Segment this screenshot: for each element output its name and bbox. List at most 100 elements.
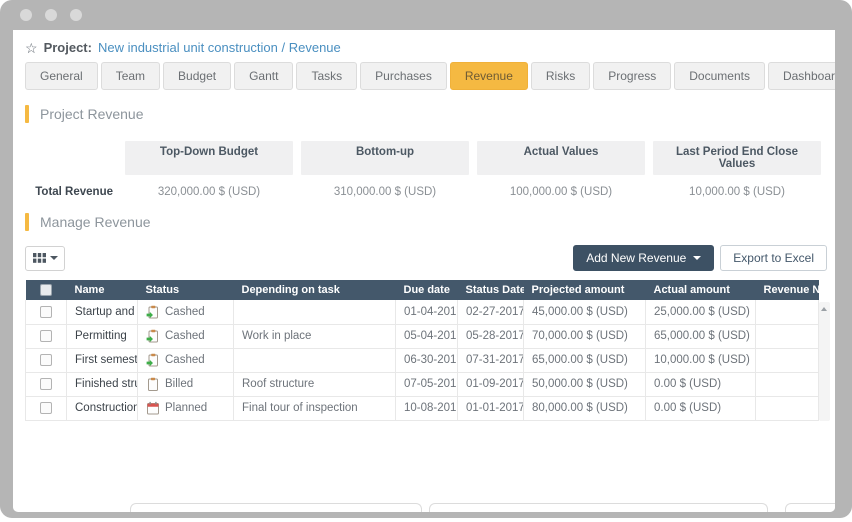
cell-revenue-no xyxy=(756,348,819,372)
window-titlebar xyxy=(0,0,852,30)
cell-revenue-no xyxy=(756,324,819,348)
col-header-status[interactable]: Status xyxy=(138,280,234,300)
column-chooser-button[interactable] xyxy=(25,246,65,271)
row-checkbox[interactable] xyxy=(40,330,52,342)
tab-revenue[interactable]: Revenue xyxy=(450,62,528,90)
row-checkbox[interactable] xyxy=(40,306,52,318)
tab-progress[interactable]: Progress xyxy=(593,62,671,90)
caret-down-icon xyxy=(693,256,701,260)
table-header-row: Name Status Depending on task Due date S… xyxy=(26,280,819,300)
col-header-revenue-no[interactable]: Revenue No. xyxy=(756,280,819,300)
status-icon xyxy=(146,305,160,319)
manage-revenue-heading: Manage Revenue xyxy=(25,213,835,231)
page-content: ☆ Project: New industrial unit construct… xyxy=(13,30,835,512)
window-dot-1[interactable] xyxy=(20,9,32,21)
clipboard-cashed-icon xyxy=(146,353,160,367)
col-header-actual[interactable]: Actual amount xyxy=(646,280,756,300)
total-actual-value: 100,000.00 $ (USD) xyxy=(477,186,645,198)
project-tab-bar: General Team Budget Gantt Tasks Purchase… xyxy=(25,62,823,90)
table-row[interactable]: Construction ended Planned Final tour of… xyxy=(26,396,819,420)
status-icon xyxy=(146,401,160,415)
row-checkbox[interactable] xyxy=(40,402,52,414)
cell-depending: Final tour of inspection xyxy=(234,396,396,420)
cell-depending: Roof structure xyxy=(234,372,396,396)
cell-revenue-no xyxy=(756,300,819,324)
status-icon xyxy=(146,353,160,367)
window-dot-3[interactable] xyxy=(70,9,82,21)
cutoff-panel xyxy=(429,503,768,512)
row-checkbox[interactable] xyxy=(40,354,52,366)
cell-due-date: 01-04-2017 xyxy=(396,300,458,324)
col-header-status-date[interactable]: Status Date xyxy=(458,280,524,300)
caret-down-icon xyxy=(50,256,58,260)
summary-header-bottom-up: Bottom-up xyxy=(301,141,469,175)
calendar-planned-icon xyxy=(146,401,160,415)
tab-risks[interactable]: Risks xyxy=(531,62,590,90)
table-row[interactable]: Startup and launch Cashed 01-04-2017 02-… xyxy=(26,300,819,324)
clipboard-cashed-icon xyxy=(146,329,160,343)
table-row[interactable]: Permitting Cashed Work in place 05-04-20… xyxy=(26,324,819,348)
cell-status-date: 02-27-2017 xyxy=(458,300,524,324)
cell-projected: 80,000.00 $ (USD) xyxy=(524,396,646,420)
col-header-depending[interactable]: Depending on task xyxy=(234,280,396,300)
tab-gantt[interactable]: Gantt xyxy=(234,62,293,90)
cell-projected: 65,000.00 $ (USD) xyxy=(524,348,646,372)
cell-status: Cashed xyxy=(138,348,234,372)
table-row[interactable]: Finished structures Billed Roof structur… xyxy=(26,372,819,396)
cell-name: Finished structures xyxy=(67,372,138,396)
project-revenue-heading: Project Revenue xyxy=(25,105,835,123)
cell-name: Permitting xyxy=(67,324,138,348)
tab-team[interactable]: Team xyxy=(101,62,160,90)
col-header-due-date[interactable]: Due date xyxy=(396,280,458,300)
cell-due-date: 07-05-2017 xyxy=(396,372,458,396)
select-all-checkbox[interactable] xyxy=(40,284,52,296)
tab-tasks[interactable]: Tasks xyxy=(296,62,357,90)
col-header-projected[interactable]: Projected amount xyxy=(524,280,646,300)
tab-general[interactable]: General xyxy=(25,62,98,90)
total-top-down-value: 320,000.00 $ (USD) xyxy=(125,186,293,198)
cell-name: Startup and launch xyxy=(67,300,138,324)
accent-bar xyxy=(25,105,29,123)
window-dot-2[interactable] xyxy=(45,9,57,21)
cell-status: Billed xyxy=(138,372,234,396)
cell-name: Construction ended xyxy=(67,396,138,420)
add-new-revenue-button[interactable]: Add New Revenue xyxy=(573,245,714,271)
cell-status-date: 01-01-2017 xyxy=(458,396,524,420)
tab-dashboard[interactable]: Dashboard xyxy=(768,62,835,90)
tab-purchases[interactable]: Purchases xyxy=(360,62,447,90)
cell-depending xyxy=(234,300,396,324)
tab-budget[interactable]: Budget xyxy=(163,62,231,90)
cell-actual: 25,000.00 $ (USD) xyxy=(646,300,756,324)
cell-due-date: 06-30-2017 xyxy=(396,348,458,372)
project-breadcrumb-link[interactable]: New industrial unit construction / Reven… xyxy=(98,40,341,55)
row-checkbox[interactable] xyxy=(40,378,52,390)
total-revenue-label: Total Revenue xyxy=(25,186,125,198)
cell-revenue-no xyxy=(756,396,819,420)
col-header-name[interactable]: Name xyxy=(67,280,138,300)
table-row[interactable]: First semester closure Cashed 06-30-2017… xyxy=(26,348,819,372)
favorite-star-icon[interactable]: ☆ xyxy=(25,41,38,55)
status-icon xyxy=(146,377,160,391)
cell-actual: 0.00 $ (USD) xyxy=(646,372,756,396)
export-to-excel-button[interactable]: Export to Excel xyxy=(720,245,827,271)
summary-header-last-period: Last Period End Close Values xyxy=(653,141,821,175)
cutoff-panel xyxy=(785,503,835,512)
total-last-period-value: 10,000.00 $ (USD) xyxy=(653,186,821,198)
revenue-table-wrap: Name Status Depending on task Due date S… xyxy=(25,280,831,421)
revenue-summary: Top-Down Budget Bottom-up Actual Values … xyxy=(25,141,821,198)
breadcrumb: ☆ Project: New industrial unit construct… xyxy=(25,40,835,55)
table-scrollbar[interactable] xyxy=(819,280,830,421)
clipboard-billed-icon xyxy=(146,377,160,391)
revenue-table: Name Status Depending on task Due date S… xyxy=(25,280,819,421)
browser-window-frame: ☆ Project: New industrial unit construct… xyxy=(0,0,852,518)
cell-status-date: 07-31-2017 xyxy=(458,348,524,372)
cell-status: Cashed xyxy=(138,300,234,324)
status-icon xyxy=(146,329,160,343)
cell-revenue-no xyxy=(756,372,819,396)
page-title-label: Project: xyxy=(44,40,92,55)
scroll-up-icon[interactable] xyxy=(821,307,827,311)
tab-documents[interactable]: Documents xyxy=(674,62,765,90)
scrollbar-track[interactable] xyxy=(819,302,830,421)
cell-projected: 50,000.00 $ (USD) xyxy=(524,372,646,396)
cell-depending xyxy=(234,348,396,372)
